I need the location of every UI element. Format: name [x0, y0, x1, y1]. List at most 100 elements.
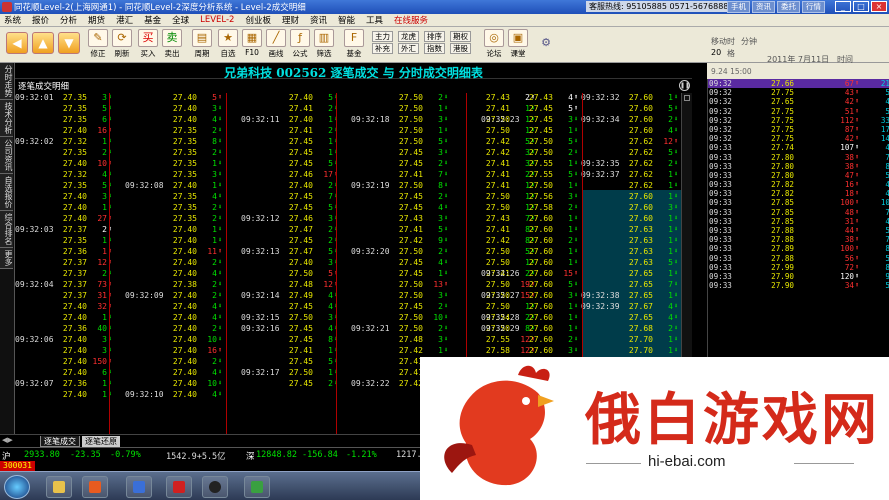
minute-row[interactable]: 09:32 27.75 42⬆ 14 — [708, 134, 889, 143]
period-button[interactable]: ▤ 周期 — [190, 29, 214, 59]
hk-stock-button[interactable]: 港股 — [450, 43, 471, 54]
minimize-icon[interactable]: _ — [835, 1, 851, 12]
minute-row[interactable]: 09:33 27.80 47⬆ 5 — [708, 171, 889, 180]
menu-hk[interactable]: 港汇 — [116, 14, 133, 26]
minute-row[interactable]: 09:33 27.90 34⬆ 5 — [708, 281, 889, 290]
up-arrow-icon: ⬆ — [218, 346, 223, 354]
minute-row[interactable]: 09:33 27.99 72⬆ 8 — [708, 263, 889, 272]
forex-button[interactable]: 外汇 — [398, 43, 419, 54]
draw-line-button[interactable]: ╱ 画线 — [264, 29, 288, 59]
minute-row[interactable]: 09:33 27.80 38⬆ 7 — [708, 153, 889, 162]
minute-row[interactable]: 09:33 27.74 107⬆ 4 — [708, 143, 889, 152]
quote-button[interactable]: 行情 — [802, 1, 825, 13]
menu-smart[interactable]: 智能 — [338, 14, 355, 26]
dragon-tiger-button[interactable]: 龙虎 — [398, 31, 419, 42]
tab-tick-restore[interactable]: 逐笔还原 — [82, 436, 120, 447]
code-input[interactable]: 300031 — [0, 461, 35, 471]
down-arrow-icon[interactable]: ▼ — [58, 32, 80, 54]
mobile-button[interactable]: 手机 — [727, 1, 750, 13]
minute-time: 09:33 — [709, 235, 732, 245]
buy-button[interactable]: 买买入 — [136, 29, 160, 59]
nav-more[interactable]: 更多 — [0, 248, 13, 269]
f10-button[interactable]: ▦ F10 — [240, 29, 264, 57]
formula-button[interactable]: ƒ 公式 — [288, 29, 312, 59]
minute-row[interactable]: 09:33 27.88 44⬆ 5 — [708, 226, 889, 235]
menu-global[interactable]: 全球 — [172, 14, 189, 26]
trade-volume: 3 — [102, 192, 107, 201]
menu-tools[interactable]: 工具 — [366, 14, 383, 26]
trade-volume: 5 — [328, 203, 333, 212]
menu-finance[interactable]: 理财 — [282, 14, 299, 26]
menu-analysis[interactable]: 分析 — [60, 14, 77, 26]
minute-row[interactable]: 09:33 27.89 100⬆ 8 — [708, 244, 889, 253]
sell-button[interactable]: 卖卖出 — [160, 29, 184, 59]
maximize-icon[interactable]: □ — [853, 1, 869, 12]
refresh-button[interactable]: ⟳ 刷新 — [110, 29, 134, 59]
taskbar-app[interactable] — [126, 476, 152, 498]
minute-row[interactable]: 09:32 27.66 67⬆ 21 — [708, 79, 889, 89]
classroom-button[interactable]: ▣ 课堂 — [506, 29, 530, 59]
menu-quote[interactable]: 报价 — [32, 14, 49, 26]
nav-watchlist[interactable]: 自选报价 — [0, 174, 13, 211]
index-button[interactable]: 指数 — [424, 43, 445, 54]
minute-row[interactable]: 09:33 27.88 38⬆ 7 — [708, 235, 889, 244]
minute-row[interactable]: 09:32 27.75 112⬆ 33 — [708, 116, 889, 125]
minute-row[interactable]: 09:33 27.85 31⬆ 4 — [708, 217, 889, 226]
minute-row[interactable]: 09:33 27.82 18⬆ 4 — [708, 189, 889, 198]
watchlist-button[interactable]: ★ 自选 — [216, 29, 240, 59]
taskbar-app[interactable] — [46, 476, 72, 498]
nav-company-news[interactable]: 公司资讯 — [0, 137, 13, 174]
nav-technical[interactable]: 技术分析 — [0, 100, 13, 137]
minute-row[interactable]: 09:33 27.88 56⬆ 5 — [708, 254, 889, 263]
minute-row[interactable]: 09:32 27.75 87⬆ 17 — [708, 125, 889, 134]
menu-gem[interactable]: 创业板 — [245, 14, 271, 26]
minute-row[interactable]: 09:32 27.75 43⬆ 5 — [708, 88, 889, 97]
minute-row[interactable]: 09:32 27.75 51⬆ 5 — [708, 107, 889, 116]
scroll-left-icon[interactable]: ◀▶ — [2, 436, 13, 446]
menu-online-service[interactable]: 在线服务 — [394, 14, 428, 26]
fund-button[interactable]: F 基金 — [342, 29, 366, 59]
menu-futures[interactable]: 期货 — [88, 14, 105, 26]
supplement-button[interactable]: 补充 — [372, 43, 393, 54]
menu-info[interactable]: 资讯 — [310, 14, 327, 26]
back-arrow-icon[interactable]: ◀ — [6, 32, 28, 54]
pause-icon[interactable]: ❚❚ — [679, 80, 690, 91]
minute-row[interactable]: 09:33 27.85 48⬆ 7 — [708, 208, 889, 217]
up-arrow-icon[interactable]: ▲ — [32, 32, 54, 54]
scroll-up-icon[interactable] — [684, 95, 690, 101]
taskbar-app[interactable] — [82, 476, 108, 498]
start-button[interactable] — [4, 475, 30, 499]
taskbar-app[interactable] — [244, 476, 270, 498]
filter-button[interactable]: ▥ 筛选 — [312, 29, 336, 59]
minute-row[interactable]: 09:33 27.85 100⬆ 10 — [708, 198, 889, 207]
menu-fund[interactable]: 基金 — [144, 14, 161, 26]
minute-row[interactable]: 09:32 27.65 42⬆ 4 — [708, 97, 889, 106]
nav-ranking[interactable]: 综合排名 — [0, 211, 13, 248]
options-button[interactable]: 期权 — [450, 31, 471, 42]
period-select[interactable]: 分钟 — [741, 36, 757, 47]
tab-tick-trades[interactable]: 逐笔成交 — [40, 436, 80, 447]
count-field[interactable]: 20 — [711, 48, 721, 57]
taskbar-app[interactable] — [202, 476, 228, 498]
minute-price: 27.75 — [771, 124, 794, 134]
trade-volume: 3 — [438, 291, 443, 300]
down-arrow-icon: ⬇ — [444, 115, 449, 123]
minute-count: 4 — [876, 217, 889, 226]
trade-button[interactable]: 委托 — [777, 1, 800, 13]
menu-system[interactable]: 系统 — [4, 14, 21, 26]
minute-row[interactable]: 09:33 27.80 38⬆ 8 — [708, 162, 889, 171]
close-icon[interactable]: × — [871, 1, 887, 12]
main-force-button[interactable]: 主力 — [372, 31, 393, 42]
menu-level2[interactable]: LEVEL-2 — [200, 15, 234, 25]
toolbar: ◀ ▲ ▼ ✎ 修正 ⟳ 刷新 买买入 卖卖出 ▤ 周期 ★ 自选 ▦ F10 ╱ 画线 ƒ… — [0, 27, 707, 63]
settings-button[interactable]: ⚙ — [534, 35, 558, 53]
taskbar-app[interactable] — [166, 476, 192, 498]
minute-row[interactable]: 09:33 27.90 120⬆ 9 — [708, 272, 889, 281]
minute-time: 09:33 — [709, 281, 732, 291]
news-button[interactable]: 资讯 — [752, 1, 775, 13]
edit-button[interactable]: ✎ 修正 — [86, 29, 110, 59]
minute-row[interactable]: 09:33 27.82 16⬆ 4 — [708, 180, 889, 189]
sort-button[interactable]: 排序 — [424, 31, 445, 42]
nav-intraday[interactable]: 分时走势 — [0, 63, 13, 100]
forum-button[interactable]: ◎ 论坛 — [482, 29, 506, 59]
